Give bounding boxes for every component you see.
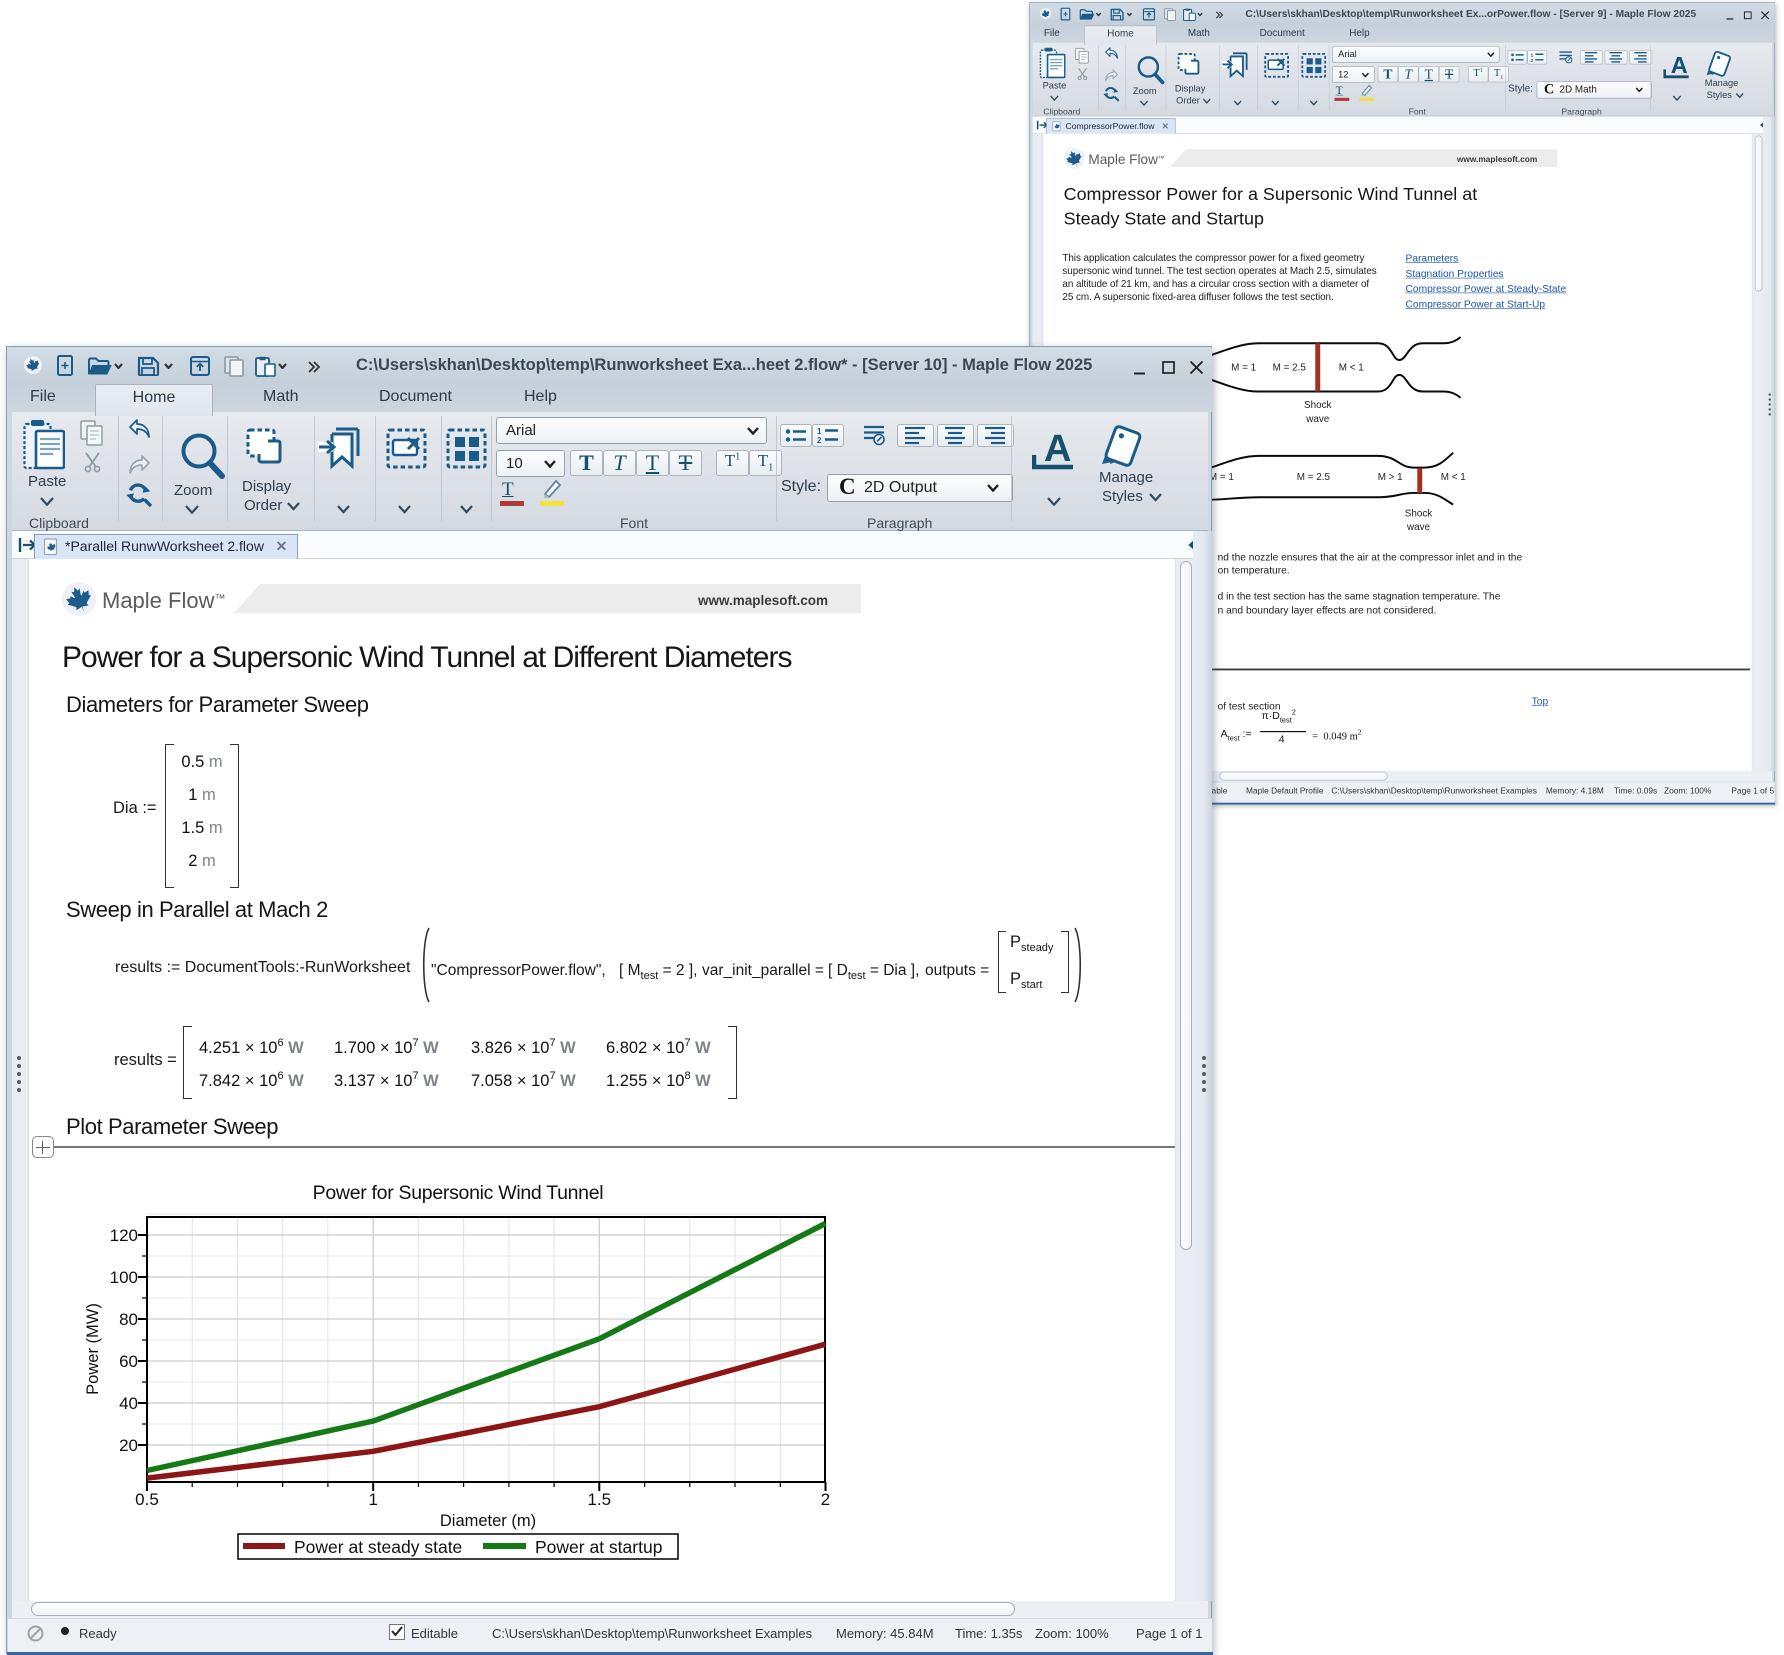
svg-text:Diameter (m): Diameter (m) <box>440 1512 536 1530</box>
svg-text:120: 120 <box>110 1226 138 1245</box>
svg-text:wave: wave <box>1305 414 1330 425</box>
svg-text:A: A <box>1044 429 1071 470</box>
svg-text:1.5: 1.5 <box>587 1490 611 1509</box>
svg-text:20: 20 <box>119 1436 138 1455</box>
svg-text:A: A <box>1671 53 1688 78</box>
svg-text:0.5: 0.5 <box>135 1490 159 1509</box>
svg-text:Power for Supersonic Wind Tunn: Power for Supersonic Wind Tunnel <box>313 1182 604 1204</box>
svg-text:1: 1 <box>368 1490 377 1509</box>
svg-text:60: 60 <box>119 1352 138 1371</box>
svg-text:Power at startup: Power at startup <box>535 1537 662 1557</box>
svg-text:M > 1: M > 1 <box>1378 472 1403 483</box>
svg-text:2: 2 <box>817 436 822 445</box>
svg-text:2: 2 <box>821 1490 830 1509</box>
svg-text:Power at steady state: Power at steady state <box>294 1537 462 1557</box>
svg-text:1: 1 <box>1530 52 1533 58</box>
svg-text:wave: wave <box>1406 522 1431 533</box>
svg-text:80: 80 <box>119 1310 138 1329</box>
svg-text:Shock: Shock <box>1405 508 1433 519</box>
svg-text:M < 1: M < 1 <box>1339 363 1364 374</box>
svg-text:M = 1: M = 1 <box>1231 363 1256 374</box>
svg-text:Power (MW): Power (MW) <box>84 1303 102 1395</box>
svg-text:M < 1: M < 1 <box>1441 472 1466 483</box>
svg-text:100: 100 <box>110 1268 138 1287</box>
svg-text:2: 2 <box>1530 58 1533 63</box>
svg-text:40: 40 <box>119 1394 138 1413</box>
svg-text:Shock: Shock <box>1304 400 1332 411</box>
svg-text:M = 2.5: M = 2.5 <box>1297 472 1331 483</box>
svg-text:M = 1: M = 1 <box>1209 472 1234 483</box>
svg-text:1: 1 <box>817 427 822 436</box>
svg-text:M = 2.5: M = 2.5 <box>1273 363 1307 374</box>
